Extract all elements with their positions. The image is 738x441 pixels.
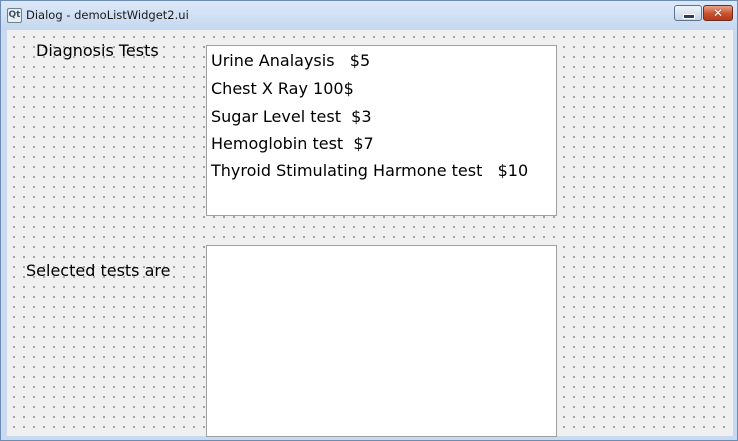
close-icon: ✕ — [712, 6, 724, 20]
list-item[interactable]: Hemoglobin test $7 — [211, 132, 374, 156]
title-bar[interactable]: Qt Dialog - demoListWidget2.ui ✕ — [1, 1, 737, 30]
selected-tests-list[interactable] — [206, 245, 557, 437]
diagnosis-tests-label: Diagnosis Tests — [36, 41, 159, 60]
list-item[interactable]: Sugar Level test $3 — [211, 105, 372, 129]
list-item[interactable]: Urine Analaysis $5 — [211, 49, 370, 73]
dialog-window: Qt Dialog - demoListWidget2.ui ✕ Diagnos… — [0, 0, 738, 441]
diagnosis-tests-list[interactable]: Urine Analaysis $5 Chest X Ray 100$ Suga… — [206, 45, 557, 216]
close-button[interactable]: ✕ — [703, 5, 733, 21]
list-item[interactable]: Chest X Ray 100$ — [211, 77, 354, 101]
minimize-button[interactable] — [674, 5, 702, 21]
list-item[interactable]: Thyroid Stimulating Harmone test $10 — [211, 159, 528, 183]
dialog-client-area: Diagnosis Tests Urine Analaysis $5 Chest… — [7, 30, 733, 437]
qt-app-icon[interactable]: Qt — [7, 8, 22, 23]
selected-tests-label: Selected tests are — [26, 261, 171, 280]
minimize-icon — [683, 14, 695, 19]
window-title: Dialog - demoListWidget2.ui — [26, 8, 189, 22]
